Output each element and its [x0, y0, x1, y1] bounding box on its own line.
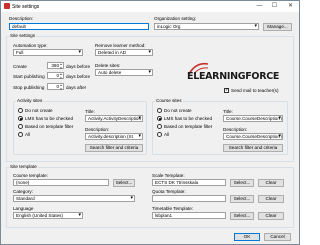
category-label: Category: [13, 189, 33, 194]
quota-template-clear-button[interactable]: Clear [258, 194, 284, 203]
create-days-stepper[interactable]: 360 [47, 62, 64, 70]
course-radio-template-filter[interactable] [157, 124, 162, 129]
language-label: Language [13, 206, 34, 211]
activity-option-label: LMS has to be checked [25, 116, 74, 121]
quota-template-select-button[interactable]: Select... [230, 194, 254, 203]
language-select[interactable]: English (United States) [13, 212, 83, 219]
activity-option-label: Do not create [25, 108, 53, 113]
course-search-filter-button[interactable]: Search filter and criteria [223, 144, 283, 152]
course-option-label: LMS has to be checked [164, 116, 213, 121]
activity-title-label: Title: [85, 109, 95, 114]
scale-template-input[interactable]: ECTS DK 7trinsskala [152, 179, 226, 186]
remove-learner-select[interactable]: Deleted in AD [95, 49, 153, 56]
activity-radio-do-not-create[interactable] [18, 108, 23, 113]
course-description-select[interactable]: Course.CourseDescription ( [223, 133, 283, 140]
minimize-icon[interactable]: — [254, 2, 265, 10]
start-publishing-label: Start publishing [13, 74, 45, 79]
description-label: Description: [9, 16, 34, 21]
title-bar: Site settings — ☐ ✕ [1, 1, 299, 12]
course-radio-do-not-create[interactable] [157, 108, 162, 113]
course-option-label: All [164, 132, 170, 137]
send-mail-checkbox[interactable] [224, 87, 229, 93]
activity-option-label: All [25, 132, 31, 137]
manage-button[interactable]: Manage... [263, 22, 292, 31]
site-settings-label: Site settings [9, 33, 37, 38]
course-option-label: Based on template filter [164, 124, 213, 129]
timetable-template-clear-button[interactable]: Clear [258, 211, 284, 220]
quota-template-input[interactable] [152, 195, 226, 202]
course-template-input[interactable]: (none) [13, 179, 109, 186]
course-option-label: Do not create [164, 108, 192, 113]
stop-publishing-label: Stop publishing [13, 85, 45, 90]
activity-description-select[interactable]: Activity.description (St [85, 133, 143, 140]
remove-learner-label: Remove learner method: [95, 43, 146, 48]
scale-template-clear-button[interactable]: Clear [258, 178, 284, 187]
close-icon[interactable]: ✕ [285, 2, 296, 10]
automation-type-select[interactable]: Full [13, 49, 83, 56]
automation-type-label: Automation type: [13, 43, 48, 48]
activity-search-filter-button[interactable]: Search filter and criteria [85, 144, 143, 152]
activity-radio-template-filter[interactable] [18, 124, 23, 129]
course-title-select[interactable]: Course.CourseDescription ( [223, 115, 283, 122]
logo-text: ELEARNINGFORCE [187, 71, 280, 82]
create-label: Create [13, 64, 27, 69]
activity-description-label: Description: [85, 127, 110, 132]
activity-radio-all[interactable] [18, 132, 23, 137]
course-title-label: Title: [223, 109, 233, 114]
delete-sites-label: Delete sites: [95, 63, 121, 68]
stop-publishing-suffix: days after [66, 85, 87, 90]
delete-sites-select[interactable]: Auto delete [95, 69, 153, 76]
stop-publishing-stepper[interactable]: 0 [47, 83, 64, 91]
send-mail-label: Send mail to teacher(s) [231, 88, 279, 93]
start-publishing-stepper[interactable]: 0 [47, 72, 64, 80]
activity-option-label: Based on template filter [25, 124, 74, 129]
activity-sites-label: Activity sites [16, 98, 44, 103]
cancel-button[interactable]: Cancel [264, 233, 291, 241]
category-select[interactable]: Standard [13, 195, 135, 202]
site-template-label: Site template [9, 164, 38, 169]
scale-template-select-button[interactable]: Select... [230, 178, 254, 187]
description-input[interactable]: default [9, 23, 149, 30]
activity-radio-lms-checked[interactable] [18, 116, 23, 121]
course-template-label: Course template: [13, 173, 48, 178]
course-radio-lms-checked[interactable] [157, 116, 162, 121]
timetable-template-select-button[interactable]: Select... [230, 211, 254, 220]
timetable-template-label: Timetable Template: [152, 206, 194, 211]
site-settings-window: Site settings — ☐ ✕ Description: default… [0, 0, 300, 245]
elearningforce-logo: ELEARNINGFORCE [187, 62, 297, 84]
timetable-template-input[interactable]: lsbplan1 [152, 212, 226, 219]
create-suffix: days before [66, 64, 91, 69]
quota-template-label: Quota Template: [152, 189, 186, 194]
activity-title-select[interactable]: Activity.ActivityDescription (St [85, 115, 143, 122]
app-icon [4, 3, 10, 9]
start-publishing-suffix: days before [66, 74, 91, 79]
organization-select[interactable]: inLogic Org [154, 23, 259, 30]
course-radio-all[interactable] [157, 132, 162, 137]
course-description-label: Description: [223, 127, 248, 132]
maximize-icon[interactable]: ☐ [269, 2, 280, 10]
scale-template-label: Scale Template: [152, 173, 185, 178]
window-title: Site settings [12, 4, 40, 10]
course-template-select-button[interactable]: Select... [113, 178, 135, 187]
ok-button[interactable]: OK [234, 233, 260, 241]
course-sites-label: Course sites [155, 98, 183, 103]
organization-label: Organization setting: [154, 16, 197, 21]
